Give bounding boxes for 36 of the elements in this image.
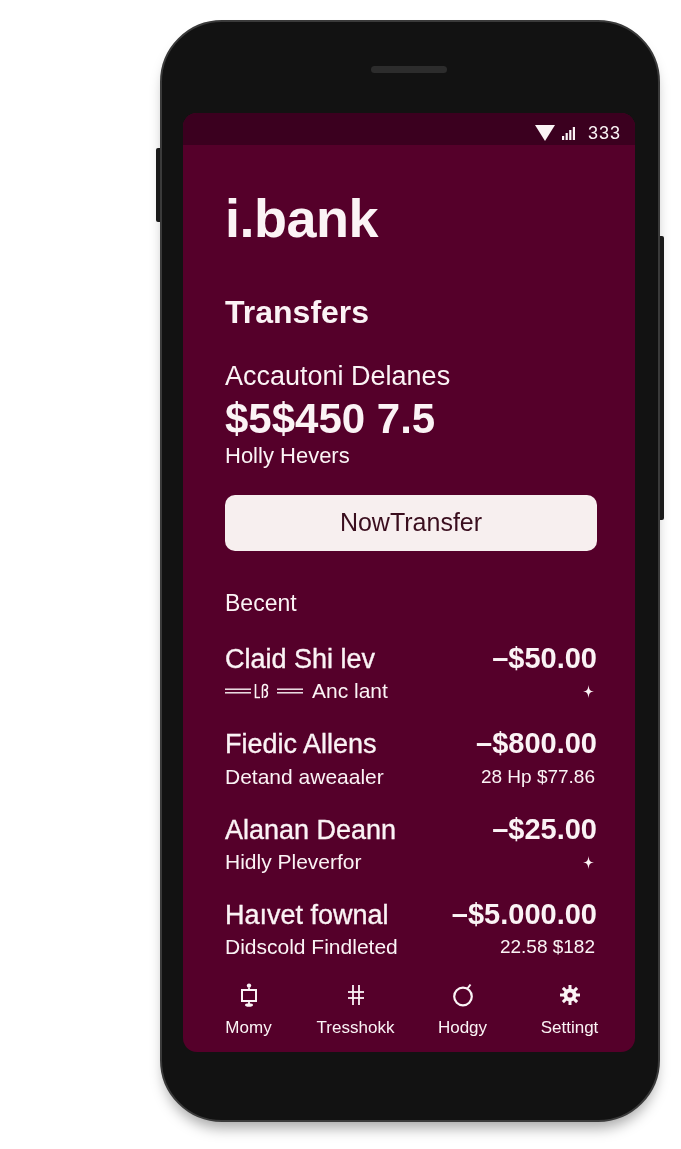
transaction-name: Alanan Deann [225,814,397,846]
gear-icon [558,983,581,1008]
transaction-name: Fiedic Allens [225,729,377,761]
side-button[interactable] [660,236,664,520]
page-title: Transfers [225,294,371,331]
wifi-icon [534,125,555,141]
nav-tab[interactable]: Settingt [516,983,623,1038]
transaction-detail: Detand aweaaler [225,764,384,789]
sparkle-icon [583,855,594,869]
app-logo: i.bank [225,187,380,250]
transaction-detail: Anc lant [312,679,388,704]
account-name: Accautoni Delanes [225,360,452,392]
transaction-detail: Didscold Findleted [225,935,398,960]
transaction-name: Claid Shi lev [225,643,376,675]
side-button[interactable] [156,148,160,222]
transaction-amount: –$25.00 [492,812,597,846]
double-line-icon [277,688,303,695]
signal-icon [561,126,575,140]
transaction-note: 22.58 $182 [499,936,595,959]
transfer-button[interactable]: NowTransfer [225,494,597,551]
transaction-detail: Hidly Pleverfor [225,849,362,875]
transaction-amount: –$5.000.00 [451,898,597,932]
symbol-icon [254,683,269,700]
nav-tab[interactable]: Momy [195,983,302,1038]
nav-tab[interactable]: Tresshokk [302,983,409,1038]
transaction-amount: –$800.00 [476,727,597,761]
sparkle-icon [583,684,594,698]
status-time: 333 [587,122,621,144]
account-balance: $5$450 7.5 [225,394,437,444]
transaction-amount: –$50.00 [492,641,597,676]
account-holder: Holly Hevers [225,443,351,469]
section-heading: Becent [225,589,298,616]
nav-tab[interactable]: Hodgy [409,983,516,1038]
transaction-name: Haıvet fownal [225,900,389,932]
transaction-note: 28 Hp $77.86 [480,765,595,788]
ring-icon [451,983,474,1008]
